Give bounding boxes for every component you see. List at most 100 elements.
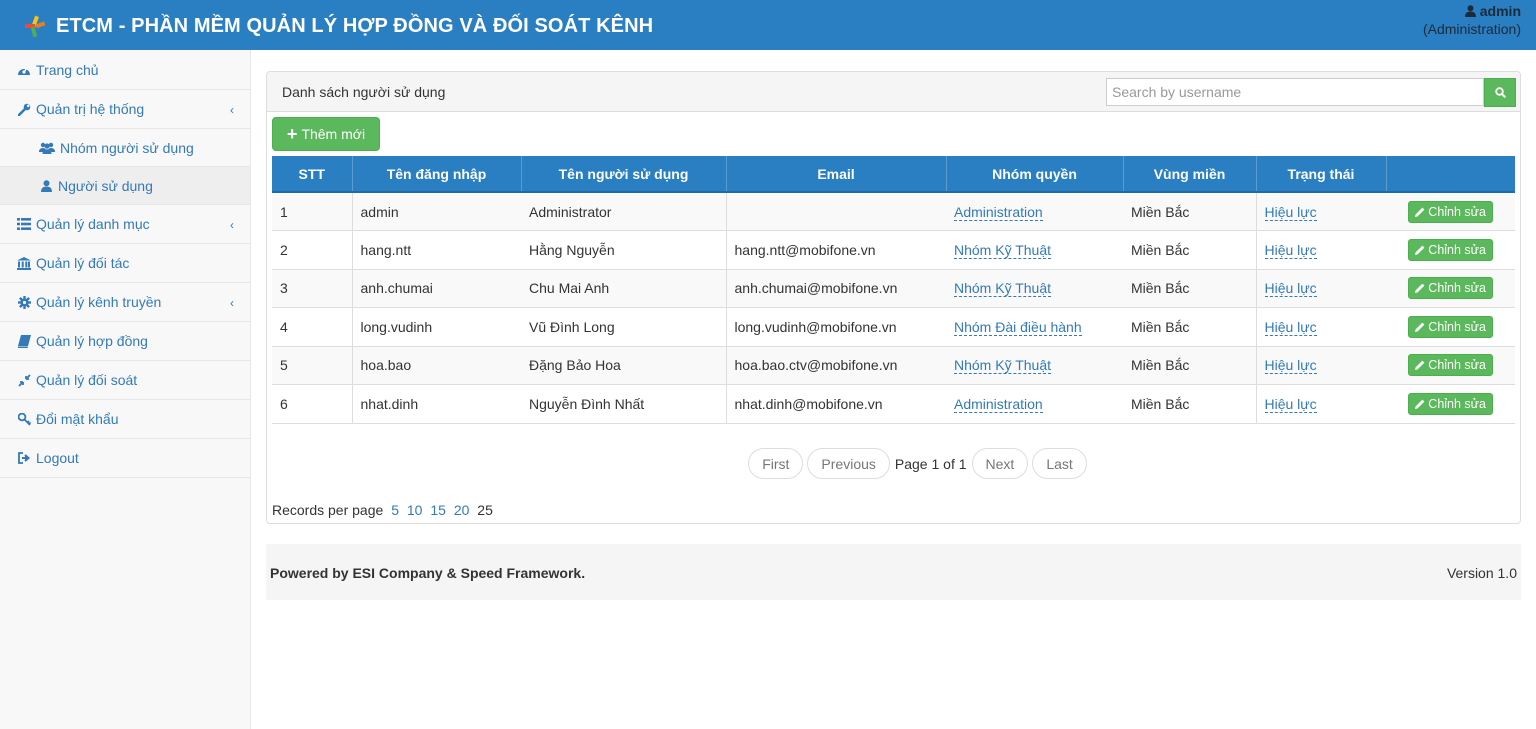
edit-button[interactable]: Chỉnh sửa — [1408, 277, 1493, 300]
cell-region: Miền Bắc — [1123, 230, 1256, 269]
pagination-first[interactable]: First — [748, 448, 804, 479]
status-link[interactable]: Hiệu lực — [1264, 357, 1317, 375]
edit-button[interactable]: Chỉnh sửa — [1408, 315, 1493, 338]
dashboard-icon — [17, 63, 31, 77]
search-input[interactable] — [1106, 78, 1484, 106]
cell-fullname: Vũ Đình Long — [521, 307, 726, 346]
edit-button[interactable]: Chỉnh sửa — [1408, 238, 1493, 261]
plus-icon: + — [286, 124, 298, 144]
group-link[interactable]: Nhóm Kỹ Thuật — [954, 357, 1052, 375]
sidebar-item-user-groups[interactable]: Nhóm người sử dụng — [0, 129, 250, 167]
column-header-region[interactable]: Vùng miền — [1122, 156, 1256, 193]
sidebar-item-catalog[interactable]: Quản lý danh mục ‹ — [0, 205, 250, 244]
sidebar-item-change-password[interactable]: Đổi mật khẩu — [0, 400, 250, 439]
group-link[interactable]: Nhóm Kỹ Thuật — [954, 241, 1052, 259]
sidebar-item-label: Quản trị hệ thống — [36, 101, 145, 117]
sidebar-item-users[interactable]: Người sử dụng — [0, 167, 250, 205]
sidebar-item-partners[interactable]: Quản lý đối tác — [0, 244, 250, 283]
table-row: 6 nhat.dinh Nguyễn Đình Nhất nhat.dinh@m… — [272, 384, 1515, 424]
cell-stt: 3 — [272, 268, 352, 308]
cell-group: Nhóm Kỹ Thuật — [946, 268, 1123, 308]
column-header-group[interactable]: Nhóm quyền — [945, 156, 1123, 193]
cell-username: nhat.dinh — [351, 384, 521, 424]
group-link[interactable]: Administration — [954, 395, 1043, 413]
cell-fullname: Chu Mai Anh — [521, 268, 726, 308]
user-role: (Administration) — [1422, 21, 1521, 37]
sidebar-item-system-admin[interactable]: Quản trị hệ thống ‹ — [0, 90, 250, 129]
column-header-stt[interactable]: STT — [272, 156, 352, 193]
cell-status: Hiệu lực — [1255, 268, 1386, 308]
column-header-email[interactable]: Email — [725, 156, 946, 193]
column-header-fullname[interactable]: Tên người sử dụng — [520, 156, 726, 193]
sidebar-item-label: Trang chủ — [36, 61, 99, 78]
cell-status: Hiệu lực — [1255, 230, 1386, 269]
edit-label: Chỉnh sửa — [1428, 281, 1486, 296]
group-link[interactable]: Administration — [954, 203, 1043, 221]
sidebar-item-reconciliation[interactable]: Quản lý đối soát — [0, 361, 250, 400]
pencil-icon — [1415, 245, 1425, 255]
cell-email: anh.chumai@mobifone.vn — [725, 268, 946, 308]
status-link[interactable]: Hiệu lực — [1264, 318, 1317, 336]
sidebar-item-channels[interactable]: Quản lý kênh truyền ‹ — [0, 283, 250, 322]
edit-button[interactable]: Chỉnh sửa — [1408, 392, 1493, 415]
book-icon — [17, 334, 31, 348]
pencil-icon — [1415, 322, 1425, 332]
chevron-left-icon: ‹ — [230, 296, 234, 310]
cell-stt: 2 — [272, 230, 352, 269]
pagination-next[interactable]: Next — [971, 448, 1029, 479]
sidebar-item-home[interactable]: Trang chủ — [0, 50, 250, 90]
cell-fullname: Administrator — [521, 191, 726, 231]
compress-icon — [17, 373, 31, 387]
column-header-username[interactable]: Tên đăng nhập — [351, 156, 521, 193]
table-row: 1 admin Administrator Administration Miề… — [272, 191, 1515, 231]
cell-group: Nhóm Kỹ Thuật — [946, 230, 1123, 269]
pencil-icon — [1415, 283, 1425, 294]
sidebar-item-label: Logout — [36, 450, 79, 466]
records-option[interactable]: 5 — [391, 502, 399, 518]
edit-button[interactable]: Chỉnh sửa — [1408, 200, 1493, 223]
records-option[interactable]: 15 — [430, 502, 446, 518]
cell-group: Administration — [946, 384, 1123, 424]
cell-region: Miền Bắc — [1123, 307, 1256, 346]
cell-actions: Chỉnh sửa — [1386, 307, 1515, 346]
cell-email: long.vudinh@mobifone.vn — [725, 307, 946, 346]
cell-username: long.vudinh — [351, 307, 521, 346]
wrench-icon — [17, 102, 31, 116]
edit-label: Chỉnh sửa — [1428, 319, 1486, 334]
pagination-previous[interactable]: Previous — [807, 448, 890, 479]
cell-fullname: Hằng Nguyễn — [521, 230, 726, 269]
table-row: 4 long.vudinh Vũ Đình Long long.vudinh@m… — [272, 307, 1515, 346]
cell-email: hoa.bao.ctv@mobifone.vn — [725, 345, 946, 385]
pagination-last[interactable]: Last — [1032, 448, 1087, 479]
cell-region: Miền Bắc — [1123, 191, 1256, 231]
edit-label: Chỉnh sửa — [1428, 242, 1486, 257]
records-option[interactable]: 10 — [407, 502, 423, 518]
user-icon — [39, 179, 53, 193]
status-link[interactable]: Hiệu lực — [1264, 280, 1317, 298]
cell-username: hoa.bao — [351, 345, 521, 385]
cell-group: Administration — [946, 191, 1123, 231]
edit-button[interactable]: Chỉnh sửa — [1408, 354, 1493, 377]
cell-actions: Chỉnh sửa — [1386, 345, 1515, 385]
status-link[interactable]: Hiệu lực — [1264, 395, 1317, 413]
sidebar-item-label: Quản lý hợp đồng — [36, 333, 148, 349]
search-button[interactable] — [1484, 78, 1516, 107]
key-icon — [17, 412, 31, 426]
sign-out-icon — [17, 451, 31, 465]
sidebar-item-contracts[interactable]: Quản lý hợp đồng — [0, 322, 250, 361]
user-menu[interactable]: admin (Administration) — [1423, 2, 1521, 38]
column-header-status[interactable]: Trạng thái — [1255, 156, 1386, 193]
status-link[interactable]: Hiệu lực — [1264, 241, 1317, 259]
users-panel: Danh sách người sử dụng + Thêm mới STT T… — [266, 71, 1521, 524]
records-option[interactable]: 20 — [454, 502, 470, 518]
sidebar-item-logout[interactable]: Logout — [0, 439, 250, 478]
add-user-button[interactable]: + Thêm mới — [272, 117, 380, 151]
group-link[interactable]: Nhóm Đài điều hành — [954, 318, 1082, 336]
cell-username: anh.chumai — [351, 268, 521, 308]
sidebar-item-label: Nhóm người sử dụng — [60, 139, 194, 156]
status-link[interactable]: Hiệu lực — [1264, 203, 1317, 221]
footer-powered-by: Powered by ESI Company & Speed Framework… — [270, 565, 586, 581]
cell-region: Miền Bắc — [1123, 345, 1256, 385]
group-link[interactable]: Nhóm Kỹ Thuật — [954, 280, 1052, 298]
cell-fullname: Đặng Bảo Hoa — [521, 345, 726, 385]
